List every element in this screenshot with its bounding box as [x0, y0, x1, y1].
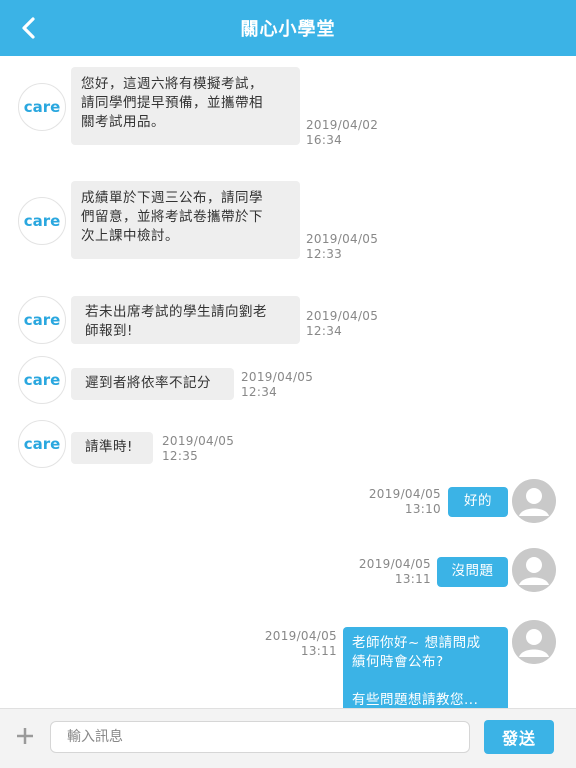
person-icon — [512, 620, 556, 664]
user-avatar[interactable] — [512, 548, 556, 592]
incoming-message-bubble[interactable]: 成績單於下週三公布，請同學 們留意，並將考試卷攜帶於下 次上課中檢討。 — [71, 181, 300, 259]
send-button[interactable]: 發送 — [484, 720, 554, 754]
outgoing-message-bubble[interactable]: 好的 — [448, 487, 508, 517]
message-timestamp: 2019/04/05 12:34 — [241, 370, 314, 399]
outgoing-message-bubble[interactable]: 老師你好~ 想請問成 績何時會公布? 有些問題想請教您... — [343, 627, 508, 713]
message-input[interactable] — [50, 721, 470, 753]
message-line: 請準時! — [85, 439, 133, 455]
message-line: 請同學們提早預備，並攜帶相 — [81, 95, 263, 111]
care-avatar[interactable]: care — [18, 296, 66, 344]
message-line: 師報到! — [85, 323, 133, 339]
message-timestamp: 2019/04/05 13:10 — [368, 487, 441, 516]
app-header: 關心小學堂 — [0, 0, 576, 56]
person-icon — [512, 479, 556, 523]
message-timestamp: 2019/04/05 13:11 — [264, 629, 337, 658]
person-icon — [512, 548, 556, 592]
care-avatar[interactable]: care — [18, 420, 66, 468]
care-logo: care — [23, 212, 61, 230]
care-logo: care — [23, 371, 61, 389]
message-line: 若未出席考試的學生請向劉老 — [85, 304, 267, 320]
message-line: 成績單於下週三公布，請同學 — [81, 190, 263, 206]
message-line — [352, 672, 499, 691]
care-avatar[interactable]: care — [18, 83, 66, 131]
message-line: 好的 — [464, 493, 492, 509]
message-line: 老師你好~ 想請問成 — [352, 635, 481, 651]
message-line: 沒問題 — [451, 563, 494, 579]
message-timestamp: 2019/04/05 13:11 — [358, 557, 431, 586]
incoming-message-bubble[interactable]: 遲到者將依率不記分 — [71, 368, 234, 400]
message-line: 績何時會公布? — [352, 654, 444, 670]
message-line: 您好，這週六將有模擬考試， — [81, 76, 263, 92]
plus-icon[interactable] — [14, 725, 36, 747]
care-avatar[interactable]: care — [18, 197, 66, 245]
user-avatar[interactable] — [512, 620, 556, 664]
page-title: 關心小學堂 — [240, 19, 336, 40]
incoming-message-bubble[interactable]: 您好，這週六將有模擬考試， 請同學們提早預備，並攜帶相 關考試用品。 — [71, 67, 300, 145]
chevron-left-icon[interactable] — [14, 14, 42, 42]
message-timestamp: 2019/04/05 12:34 — [306, 309, 379, 338]
incoming-message-bubble[interactable]: 請準時! — [71, 432, 153, 464]
incoming-message-bubble[interactable]: 若未出席考試的學生請向劉老 師報到! — [71, 296, 300, 344]
message-line: 遲到者將依率不記分 — [85, 375, 211, 391]
message-timestamp: 2019/04/05 12:35 — [162, 434, 235, 463]
message-line: 次上課中檢討。 — [81, 228, 179, 244]
outgoing-message-bubble[interactable]: 沒問題 — [437, 557, 508, 587]
care-logo: care — [23, 98, 61, 116]
care-logo: care — [23, 435, 61, 453]
care-logo: care — [23, 311, 61, 329]
message-line: 關考試用品。 — [81, 114, 165, 130]
message-timestamp: 2019/04/05 12:33 — [306, 232, 379, 261]
message-line: 們留意，並將考試卷攜帶於下 — [81, 209, 263, 225]
care-avatar[interactable]: care — [18, 356, 66, 404]
message-timestamp: 2019/04/02 16:34 — [306, 118, 379, 147]
user-avatar[interactable] — [512, 479, 556, 523]
